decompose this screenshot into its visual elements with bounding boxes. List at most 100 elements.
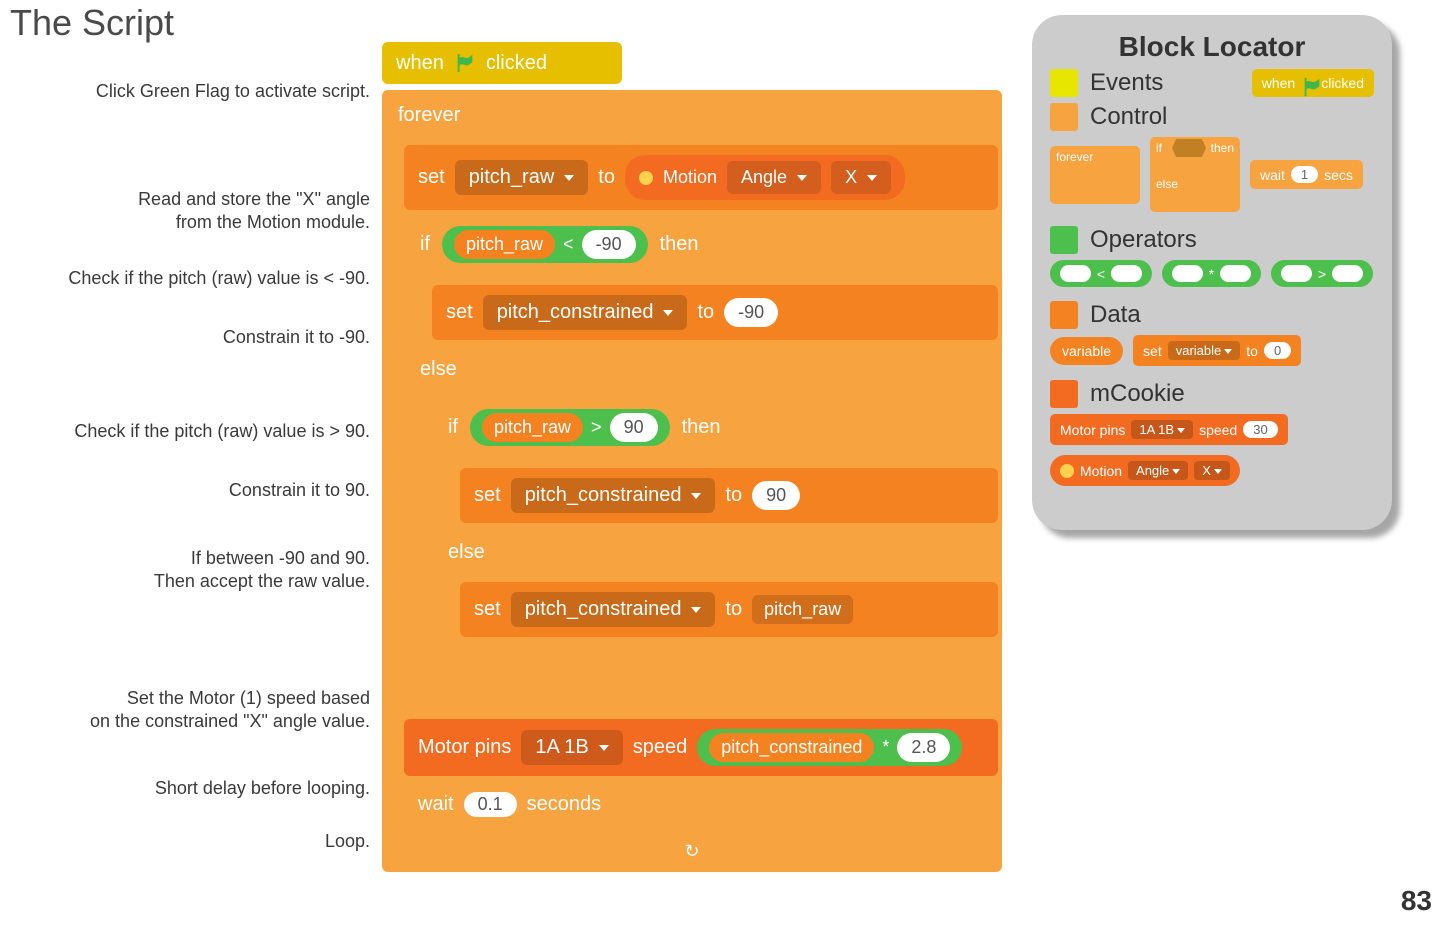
dropdown-x[interactable]: X (831, 161, 891, 194)
mini-forever[interactable]: forever (1050, 146, 1140, 204)
mini-motion-label: Motion (1080, 463, 1122, 479)
mcookie-blocks: Motor pins 1A 1B speed 30 Motion Angle X (1050, 414, 1374, 486)
dropdown-pitch-constrained-3[interactable]: pitch_constrained (511, 592, 716, 627)
label-control: Control (1090, 103, 1167, 131)
mini-motor-pins[interactable]: Motor pins 1A 1B speed 30 (1050, 414, 1288, 445)
swatch-control (1050, 103, 1078, 131)
block-wait[interactable]: wait 0.1 seconds (404, 782, 998, 827)
forever-label: forever (382, 96, 1002, 135)
set-label-4: set (474, 598, 501, 621)
dropdown-angle[interactable]: Angle (727, 161, 821, 194)
mini-wait[interactable]: wait 1 secs (1250, 160, 1363, 189)
pill-pitch-raw: pitch_raw (454, 230, 555, 259)
mini-flag-icon (1301, 76, 1315, 90)
block-set-constrained-raw[interactable]: set pitch_constrained to pitch_raw (460, 582, 998, 637)
mini-lt-slot2[interactable] (1111, 265, 1142, 282)
mini-motorpins-label: Motor pins (1060, 422, 1125, 438)
mini-angle[interactable]: Angle (1128, 461, 1188, 480)
annotation-check-gt: Check if the pitch (raw) value is > 90. (30, 420, 370, 443)
block-motion-angle-x[interactable]: Motion Angle X (625, 155, 905, 200)
operator-blocks: < * > (1050, 260, 1374, 287)
operator-mult[interactable]: pitch_constrained * 2.8 (697, 729, 962, 766)
mini-clicked-label: clicked (1321, 75, 1364, 91)
mini-star-slot2[interactable] (1220, 265, 1251, 282)
mini-lt-slot1[interactable] (1060, 265, 1091, 282)
block-forever[interactable]: forever set pitch_raw to Motion Angle X … (382, 90, 1002, 872)
num-90[interactable]: 90 (610, 413, 658, 442)
block-set-constrained-90[interactable]: set pitch_constrained to 90 (460, 468, 998, 523)
label-mcookie: mCookie (1090, 380, 1185, 408)
num-2-8[interactable]: 2.8 (897, 733, 950, 762)
label-data: Data (1090, 301, 1141, 329)
then-label: then (660, 233, 699, 256)
page-title: The Script (10, 2, 174, 44)
else-label-1: else (404, 352, 998, 387)
mini-star[interactable]: * (1162, 260, 1261, 287)
block-set-pitch-raw[interactable]: set pitch_raw to Motion Angle X (404, 145, 998, 210)
data-blocks: variable set variable to 0 (1050, 335, 1374, 366)
wait-value[interactable]: 0.1 (464, 792, 517, 817)
mini-secs-label: secs (1324, 167, 1353, 183)
mini-speed-label: speed (1199, 422, 1237, 438)
num-neg90-2[interactable]: -90 (724, 298, 778, 327)
bulb-icon (639, 171, 653, 185)
if-label: if (420, 233, 430, 256)
mini-x[interactable]: X (1194, 461, 1230, 480)
wait-label: wait (418, 793, 454, 816)
annotation-read-x-2: from the Motion module. (60, 211, 370, 234)
mini-motion[interactable]: Motion Angle X (1050, 455, 1240, 486)
mini-set-label: set (1143, 343, 1162, 359)
cat-operators: Operators (1050, 226, 1374, 254)
control-blocks: forever if then else wait 1 secs (1050, 137, 1374, 212)
annotation-between-2: Then accept the raw value. (60, 570, 370, 593)
dropdown-pins[interactable]: 1A 1B (521, 730, 622, 765)
mini-wait-val[interactable]: 1 (1291, 166, 1318, 183)
mini-else-label: else (1156, 177, 1178, 191)
mini-if-then-else[interactable]: if then else (1150, 137, 1240, 212)
motion-label: Motion (663, 167, 717, 188)
dropdown-pitch-raw[interactable]: pitch_raw (455, 160, 589, 195)
cat-control: Control (1050, 103, 1374, 131)
mini-var-dropdown[interactable]: variable (1168, 341, 1241, 360)
annotation-motor-1: Set the Motor (1) speed based (60, 687, 370, 710)
mini-gt-slot2[interactable] (1332, 265, 1363, 282)
annotation-delay: Short delay before looping. (60, 777, 370, 800)
operator-lt[interactable]: pitch_raw < -90 (442, 226, 648, 263)
mini-set-variable[interactable]: set variable to 0 (1133, 335, 1301, 366)
mini-when-clicked[interactable]: when clicked (1252, 69, 1374, 97)
set-label-3: set (474, 484, 501, 507)
mini-star-symbol: * (1209, 266, 1214, 282)
mini-variable-pill[interactable]: variable (1050, 337, 1123, 365)
block-if-gt[interactable]: if pitch_raw > 90 then set pitch_co (432, 399, 998, 659)
dropdown-pitch-constrained-2[interactable]: pitch_constrained (511, 478, 716, 513)
mini-forever-label: forever (1056, 150, 1093, 164)
block-motor-pins[interactable]: Motor pins 1A 1B speed pitch_constrained… (404, 719, 998, 776)
forever-body: set pitch_raw to Motion Angle X if pitch… (404, 135, 1002, 837)
num-neg90[interactable]: -90 (582, 230, 636, 259)
star-symbol: * (882, 737, 889, 758)
mini-30[interactable]: 30 (1243, 421, 1277, 438)
if-label-2: if (448, 416, 458, 439)
lt-symbol: < (563, 234, 574, 255)
block-if-lt[interactable]: if pitch_raw < -90 then set pitch_constr… (404, 216, 998, 681)
num-90-2[interactable]: 90 (752, 481, 800, 510)
dropdown-pitch-constrained-1[interactable]: pitch_constrained (483, 295, 688, 330)
operator-gt[interactable]: pitch_raw > 90 (470, 409, 670, 446)
swatch-events (1050, 69, 1078, 97)
mini-then-label: then (1211, 141, 1234, 155)
mini-if-label: if (1156, 141, 1162, 155)
mini-gt[interactable]: > (1271, 260, 1373, 287)
annotation-loop: Loop. (60, 830, 370, 853)
when-label: when (396, 52, 444, 75)
annotation-constrain-pos: Constrain it to 90. (60, 479, 370, 502)
mini-pins[interactable]: 1A 1B (1131, 420, 1193, 439)
block-when-clicked[interactable]: when clicked (382, 42, 622, 84)
mini-lt[interactable]: < (1050, 260, 1152, 287)
mini-gt-slot1[interactable] (1281, 265, 1312, 282)
mini-star-slot1[interactable] (1172, 265, 1203, 282)
block-set-constrained-neg90[interactable]: set pitch_constrained to -90 (432, 285, 998, 340)
annotation-motor-2: on the constrained "X" angle value. (60, 710, 370, 733)
mini-zero[interactable]: 0 (1264, 342, 1291, 359)
annotation-read-x-1: Read and store the "X" angle (60, 188, 370, 211)
to-label-3: to (725, 484, 742, 507)
